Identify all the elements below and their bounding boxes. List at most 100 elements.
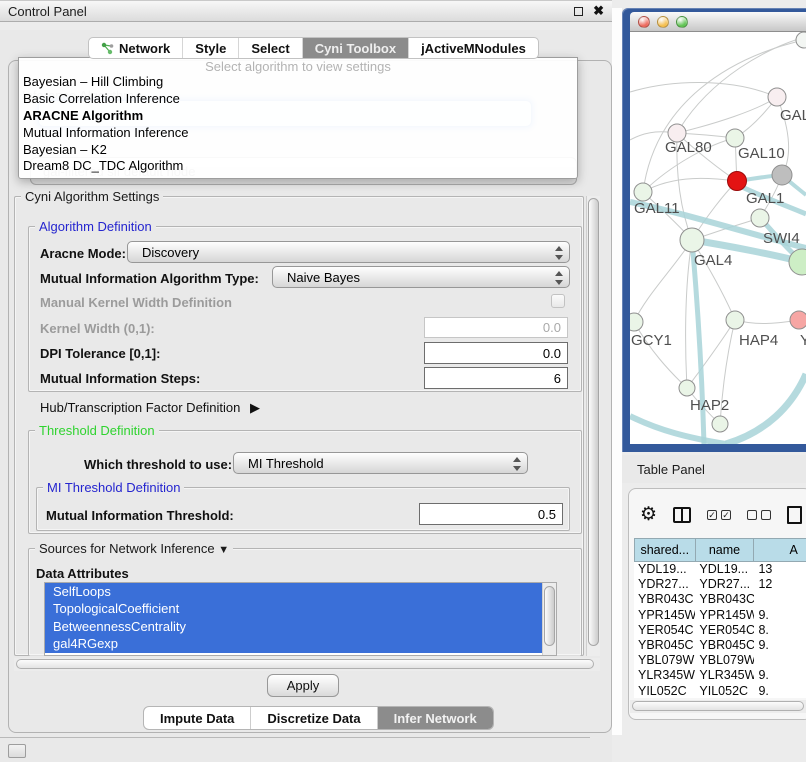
tab-select[interactable]: Select xyxy=(239,38,302,58)
unchecked-pair-icon[interactable] xyxy=(747,510,771,520)
mi-type-combo[interactable]: Naive Bayes xyxy=(272,266,570,288)
network-node[interactable] xyxy=(796,32,806,48)
table-cell: 9. xyxy=(754,638,806,653)
network-node-gal11[interactable] xyxy=(634,183,652,201)
collapse-down-icon[interactable]: ▼ xyxy=(218,544,229,556)
aracne-mode-label: Aracne Mode: xyxy=(40,246,126,261)
network-node-gal1[interactable] xyxy=(728,172,747,191)
expand-right-icon[interactable]: ▶ xyxy=(250,400,260,415)
table-row[interactable]: YPR145WYPR145W9. xyxy=(634,608,806,623)
table-hscrollbar-thumb[interactable] xyxy=(632,701,804,711)
attribute-item-selected[interactable]: SelfLoops xyxy=(45,583,542,600)
network-window-titlebar[interactable] xyxy=(630,12,806,32)
table-cell xyxy=(754,592,806,607)
mi-threshold-field[interactable]: 0.5 xyxy=(419,503,563,525)
columns-icon[interactable] xyxy=(673,507,691,523)
network-node-y[interactable] xyxy=(790,311,806,329)
table-cell: YBL079W xyxy=(695,653,754,668)
tab-jactivemnodules[interactable]: jActiveMNodules xyxy=(409,38,538,58)
settings-vscrollbar[interactable] xyxy=(586,196,600,656)
table-toolbar: ⚙ ✓✓ xyxy=(640,502,806,528)
network-node-gal4[interactable] xyxy=(680,228,704,252)
table-row[interactable]: YER054CYER054C8. xyxy=(634,623,806,638)
gear-icon[interactable]: ⚙ xyxy=(640,505,657,525)
table-cell: YER054C xyxy=(695,623,754,638)
data-attributes-list: SelfLoopsTopologicalCoefficientBetweenne… xyxy=(44,582,557,656)
network-node-hap2[interactable] xyxy=(679,380,695,396)
tab-cyni-toolbox[interactable]: Cyni Toolbox xyxy=(303,38,409,58)
attributes-vscrollbar-thumb[interactable] xyxy=(544,586,555,646)
network-graph: GALGAL80GAL10GAL1GAL11SWI4GAL4GCY1HAP4YH… xyxy=(630,32,806,444)
attribute-item-selected[interactable]: BetweennessCentrality xyxy=(45,618,542,635)
float-icon[interactable] xyxy=(574,7,583,16)
zoom-button[interactable] xyxy=(676,16,688,28)
node-label: GAL10 xyxy=(738,145,785,162)
algorithm-option[interactable]: ARACNE Algorithm xyxy=(19,108,577,125)
table-row[interactable]: YIL052CYIL052C9. xyxy=(634,684,806,699)
network-node[interactable] xyxy=(772,165,792,185)
table-cell: YDL19... xyxy=(634,562,695,577)
algorithm-option[interactable]: Bayesian – Hill Climbing xyxy=(19,74,577,91)
attribute-item-selected[interactable]: TopologicalCoefficient xyxy=(45,600,542,617)
network-node-hap4[interactable] xyxy=(726,311,744,329)
checked-pair-icon[interactable]: ✓✓ xyxy=(707,510,731,520)
tab-style[interactable]: Style xyxy=(183,38,239,58)
hub-definition-expander[interactable]: Hub/Transcription Factor Definition ▶ xyxy=(40,400,260,416)
node-label: GAL80 xyxy=(665,139,712,156)
algorithm-option[interactable]: Mutual Information Inference xyxy=(19,125,577,142)
table-row[interactable]: YDL19...YDL19...13 xyxy=(634,562,806,577)
network-node[interactable] xyxy=(712,416,728,432)
column-header[interactable]: A xyxy=(754,538,806,562)
table-cell: YBR043C xyxy=(695,592,754,607)
mi-steps-field[interactable]: 6 xyxy=(424,367,568,389)
table-panel-titlebar: Table Panel xyxy=(622,455,806,483)
settings-hscrollbar[interactable] xyxy=(14,658,600,671)
aracne-mode-combo[interactable]: Discovery xyxy=(127,241,570,263)
manual-kernel-checkbox[interactable] xyxy=(551,294,565,308)
table-cell: YDR27... xyxy=(634,577,695,592)
apply-button[interactable]: Apply xyxy=(267,674,339,697)
tab-discretize-data[interactable]: Discretize Data xyxy=(251,707,377,729)
table-cell: 9. xyxy=(754,608,806,623)
dpi-tolerance-field[interactable]: 0.0 xyxy=(424,342,568,364)
table-cell: 13 xyxy=(754,562,806,577)
algorithm-option[interactable]: Basic Correlation Inference xyxy=(19,91,577,108)
network-edge-thick xyxy=(630,416,726,444)
table-row[interactable]: YBR045CYBR045C9. xyxy=(634,638,806,653)
algorithm-option[interactable]: Dream8 DC_TDC Algorithm xyxy=(19,158,577,175)
network-node-gcy1[interactable] xyxy=(630,313,643,331)
table-header-row: shared...nameA xyxy=(634,538,806,562)
network-node-gal[interactable] xyxy=(768,88,786,106)
table-cell: YBR043C xyxy=(634,592,695,607)
mi-threshold-label: Mutual Information Threshold: xyxy=(46,508,234,523)
algorithm-option[interactable]: Bayesian – K2 xyxy=(19,142,577,159)
minimize-button[interactable] xyxy=(657,16,669,28)
network-node-swi4[interactable] xyxy=(751,209,769,227)
table-hscrollbar[interactable] xyxy=(630,700,806,713)
node-label: GAL11 xyxy=(634,200,680,217)
which-threshold-combo[interactable]: MI Threshold xyxy=(233,452,528,474)
stepper-icon xyxy=(512,456,521,472)
column-header[interactable]: name xyxy=(696,538,755,562)
network-view-canvas[interactable]: GALGAL80GAL10GAL1GAL11SWI4GAL4GCY1HAP4YH… xyxy=(630,32,806,444)
panel-collapse-button[interactable] xyxy=(8,744,26,758)
column-header[interactable]: shared... xyxy=(634,538,696,562)
tab-impute-data[interactable]: Impute Data xyxy=(144,707,251,729)
attribute-item-selected[interactable]: gal4RGexp xyxy=(45,635,542,652)
settings-vscrollbar-thumb[interactable] xyxy=(588,198,599,646)
attributes-vscrollbar[interactable] xyxy=(542,583,556,655)
panel-gap xyxy=(612,8,622,735)
table-row[interactable]: YBL079WYBL079W xyxy=(634,653,806,668)
kernel-width-field[interactable]: 0.0 xyxy=(424,317,568,338)
tab-infer-network[interactable]: Infer Network xyxy=(378,707,493,729)
table-row[interactable]: YLR345WYLR345W9. xyxy=(634,668,806,683)
table-row[interactable]: YDR27...YDR27...12 xyxy=(634,577,806,592)
close-icon[interactable]: ✖ xyxy=(593,3,604,19)
close-button[interactable] xyxy=(638,16,650,28)
table-cell: 12 xyxy=(754,577,806,592)
settings-hscrollbar-thumb[interactable] xyxy=(16,659,594,669)
table-cell xyxy=(754,653,806,668)
table-row[interactable]: YBR043CYBR043C xyxy=(634,592,806,607)
file-icon[interactable] xyxy=(787,506,802,524)
tab-network[interactable]: Network xyxy=(89,38,183,58)
